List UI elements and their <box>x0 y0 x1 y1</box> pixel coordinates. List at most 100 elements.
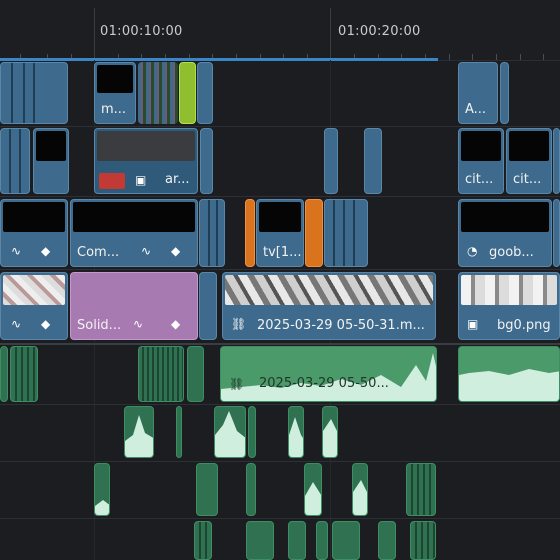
audio-clip[interactable] <box>176 406 182 458</box>
video-clip[interactable] <box>305 199 323 267</box>
audio-clip[interactable] <box>138 346 184 402</box>
audio-clip[interactable] <box>10 346 38 402</box>
ruler-tick <box>472 54 473 60</box>
clip-label: Com... <box>77 245 120 260</box>
audio-clip[interactable] <box>288 521 306 560</box>
video-clip[interactable]: cit... <box>506 128 552 194</box>
clip-thumbnail <box>3 202 65 232</box>
video-clip[interactable] <box>197 62 213 124</box>
audio-clip[interactable] <box>378 521 396 560</box>
audio-clip[interactable] <box>246 521 274 560</box>
clip-thumbnail <box>509 131 549 161</box>
clip-label: 2025-03-29 05-50-31.m... <box>257 318 425 333</box>
audio-clip[interactable] <box>458 346 560 402</box>
audio-clip[interactable] <box>316 521 328 560</box>
video-clip[interactable] <box>199 272 217 340</box>
video-clip[interactable] <box>324 199 368 267</box>
clip-label: m... <box>101 102 127 117</box>
image-icon: ▣ <box>135 173 147 187</box>
video-clip[interactable]: tv[1... <box>256 199 304 267</box>
audio-clip[interactable] <box>194 521 212 560</box>
track-separator <box>0 269 560 270</box>
timeline-ruler[interactable]: 01:00:10:00 01:00:20:00 <box>0 0 560 61</box>
audio-clip[interactable] <box>187 346 204 402</box>
video-clip[interactable] <box>0 128 30 194</box>
clip-thumbnail <box>259 202 301 232</box>
audio-waveform <box>459 369 559 401</box>
audio-clip[interactable]: ⛓ 2025-03-29 05-50... <box>220 346 437 402</box>
ruler-tick <box>330 8 331 60</box>
clip-thumbnail <box>97 65 133 93</box>
solid-color-clip[interactable]: Solid... ∿ ◆ <box>70 272 198 340</box>
track-separator <box>0 126 560 127</box>
keyframe-icon: ◆ <box>171 317 181 331</box>
clip-label: cit... <box>465 172 494 187</box>
audio-clip[interactable] <box>196 463 218 516</box>
track-separator <box>0 461 560 462</box>
video-clip[interactable]: ∿ ◆ <box>0 199 68 267</box>
video-clip[interactable] <box>324 128 338 194</box>
audio-clip[interactable] <box>410 521 436 560</box>
video-clip[interactable]: Com... ∿ ◆ <box>70 199 198 267</box>
curve-icon: ∿ <box>141 244 152 258</box>
ruler-tick <box>449 54 450 60</box>
timecode-label: 01:00:10:00 <box>100 24 183 39</box>
clip-label: 2025-03-29 05-50... <box>259 376 389 391</box>
audio-clip[interactable] <box>0 346 8 402</box>
clip-label: Solid... <box>77 318 122 333</box>
audio-clip[interactable] <box>322 406 338 458</box>
curve-icon: ∿ <box>11 244 22 258</box>
video-clip[interactable]: A... <box>458 62 498 124</box>
audio-clip[interactable] <box>304 463 322 516</box>
clip-label: bg0.png <box>497 318 551 333</box>
audio-clip[interactable] <box>246 463 256 516</box>
video-clip-stack[interactable] <box>138 62 178 124</box>
clip-thumbnail <box>36 131 66 161</box>
video-clip[interactable]: ∿ ◆ <box>0 272 68 340</box>
audio-clip[interactable] <box>332 521 360 560</box>
audio-clip[interactable] <box>352 463 368 516</box>
video-clip[interactable] <box>500 62 509 124</box>
link-icon: ⛓ <box>229 377 245 391</box>
clip-label: ar... <box>165 172 190 187</box>
audio-clip[interactable] <box>94 463 110 516</box>
video-clip[interactable]: ⛓ 2025-03-29 05-50-31.m... <box>222 272 436 340</box>
track-separator <box>0 196 560 197</box>
keyframe-icon: ◆ <box>171 244 181 258</box>
offline-media-icon <box>99 173 125 189</box>
video-clip[interactable]: ▣ bg0.png <box>458 272 560 340</box>
video-clip[interactable]: m... <box>94 62 136 124</box>
ruler-tick <box>496 54 497 60</box>
video-clip[interactable] <box>553 128 560 194</box>
clip-label: tv[1... <box>263 245 302 260</box>
video-clip[interactable]: ▣ ar... <box>94 128 198 194</box>
video-clip[interactable] <box>364 128 382 194</box>
video-clip[interactable]: cit... <box>458 128 504 194</box>
video-clip[interactable] <box>553 199 560 267</box>
ruler-tick <box>520 54 521 60</box>
video-clip[interactable] <box>179 62 196 124</box>
clip-thumbnail <box>73 202 195 232</box>
audio-clip[interactable] <box>248 406 256 458</box>
keyframe-icon: ◆ <box>41 317 51 331</box>
link-icon: ⛓ <box>231 317 247 331</box>
video-clip[interactable] <box>200 128 213 194</box>
track-separator <box>0 404 560 405</box>
video-clip[interactable] <box>199 199 225 267</box>
curve-icon: ∿ <box>11 317 22 331</box>
video-clip[interactable]: ◔ goob... <box>458 199 552 267</box>
ruler-tick <box>94 8 95 60</box>
video-clip[interactable] <box>245 199 255 267</box>
audio-clip[interactable] <box>288 406 304 458</box>
video-clip[interactable] <box>0 62 68 124</box>
audio-clip[interactable] <box>214 406 246 458</box>
clip-thumbnail <box>461 202 549 232</box>
video-clip[interactable] <box>33 128 69 194</box>
speed-icon: ◔ <box>467 244 478 258</box>
clip-label: A... <box>465 102 487 117</box>
clip-thumbnail <box>97 131 195 161</box>
in-out-range-bar[interactable] <box>0 58 438 61</box>
audio-clip[interactable] <box>124 406 154 458</box>
audio-clip[interactable] <box>406 463 436 516</box>
curve-icon: ∿ <box>133 317 144 331</box>
